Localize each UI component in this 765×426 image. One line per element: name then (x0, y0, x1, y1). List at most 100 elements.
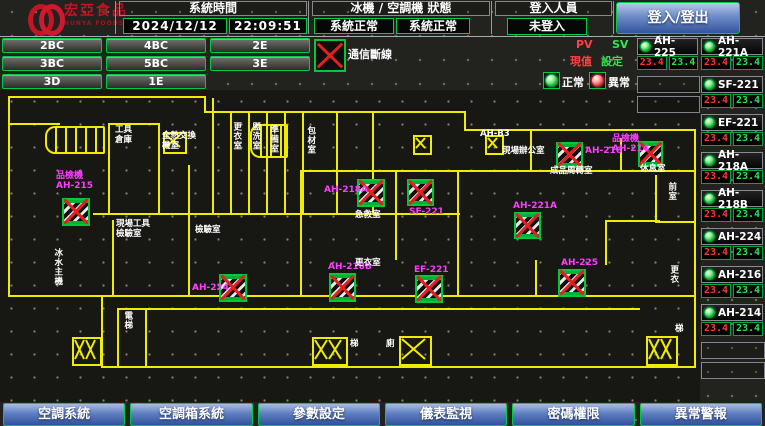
room-label: 成品周轉室 (550, 167, 593, 177)
unit-name-label: AH-214 (718, 307, 761, 319)
device-ah-218b[interactable] (329, 273, 356, 302)
unit-values: 23.423.4 (701, 94, 763, 108)
wall (605, 220, 607, 265)
floor-button-4bc[interactable]: 4BC (106, 38, 206, 53)
unit-name-label: AH-224 (718, 231, 761, 243)
room-label: 梯 (675, 325, 684, 335)
login-logout-button[interactable]: 登入/登出 (616, 2, 740, 34)
unit-status-led (640, 41, 651, 52)
device-ef-221[interactable] (415, 275, 443, 303)
floor-button-5bc[interactable]: 5BC (106, 56, 206, 71)
floor-button-2bc[interactable]: 2BC (2, 38, 102, 53)
unit-panel-ah-218a[interactable]: AH-218A (701, 152, 763, 169)
wall (655, 175, 657, 223)
unit-block-ah-224: AH-224 23.423.4 (701, 228, 763, 260)
wall (605, 220, 660, 222)
empty-unit-slot (637, 96, 700, 113)
wall (300, 170, 696, 172)
wall (457, 172, 459, 295)
unit-block-ah-216: AH-21623.423.4 (701, 266, 763, 298)
unit-panel-ah-218b[interactable]: AH-218B (701, 190, 763, 207)
nav-button-meter-monitor[interactable]: 儀表監視 (385, 403, 507, 426)
wall (117, 308, 640, 310)
device-ah-215[interactable] (62, 198, 90, 226)
normal-label: 正常 (562, 74, 584, 90)
device-label-ah-225: AH-225 (561, 259, 598, 269)
nav-button-ac-system[interactable]: 空調系統 (3, 403, 125, 426)
pv-header: PV (576, 38, 593, 51)
login-status-value: 未登入 (507, 18, 587, 35)
unit-panel-sf-221[interactable]: SF-221 (701, 76, 763, 93)
nav-button-ahu-system[interactable]: 空調箱系統 (130, 403, 252, 426)
unit-values: 23.423.4 (701, 132, 763, 146)
wall (395, 172, 397, 260)
floor-plan-map: 品檢機 AH-215AH-224AH-218BEF-221AH-218ASF-2… (0, 90, 700, 402)
wall (655, 221, 695, 223)
machine-status-label: 冰機 / 空調機 狀態 (312, 1, 490, 16)
chiller-status-value: 系統正常 (314, 18, 394, 34)
wall (112, 220, 114, 295)
shaft-x-icon (413, 135, 432, 155)
wall (93, 213, 460, 215)
pv-name-label: 現值 (570, 53, 592, 69)
floor-button-3e[interactable]: 3E (210, 56, 310, 71)
unit-panel-ah-221a[interactable]: AH-221A (701, 38, 763, 55)
ac-status-value: 系統正常 (396, 18, 470, 34)
device-label-ef-221: EF-221 (414, 266, 449, 276)
abnormal-led (589, 72, 606, 89)
room-label: 電梯 (122, 311, 132, 330)
nav-button-parameter-settings[interactable]: 參數設定 (258, 403, 380, 426)
floor-button-3d[interactable]: 3D (2, 74, 102, 89)
room-label: 準備室 (268, 125, 278, 154)
unit-panel-ah-224[interactable]: AH-224 (701, 228, 763, 245)
device-sf-221[interactable] (407, 179, 434, 206)
unit-name-label: AH-218A (718, 149, 762, 173)
unit-status-led (704, 269, 715, 280)
room-label: 工具 倉庫 (115, 126, 132, 146)
unit-name-label: AH-225 (654, 35, 697, 59)
unit-status-led (704, 79, 715, 90)
unit-status-led (704, 307, 715, 318)
empty-unit-slot (637, 76, 700, 93)
wall (145, 308, 147, 366)
unit-pv-value: 23.4 (701, 284, 731, 298)
room-label: 前室 (666, 182, 676, 201)
floor-button-2e[interactable]: 2E (210, 38, 310, 53)
normal-led (543, 72, 560, 89)
unit-block-ah-214: AH-214 23.423.4 (701, 304, 763, 336)
wall (108, 123, 110, 213)
unit-panel-ah-225[interactable]: AH-225 (637, 38, 698, 55)
login-user-label: 登入人員 (495, 1, 612, 16)
empty-unit-slot (701, 362, 765, 379)
floor-button-3bc[interactable]: 3BC (2, 56, 102, 71)
unit-pv-value: 23.4 (701, 94, 731, 108)
unit-name-label: SF-221 (718, 79, 759, 91)
room-label: 包材室 (305, 126, 315, 155)
comm-loss-label: 通信斷線 (348, 46, 392, 62)
wall (302, 111, 304, 213)
unit-block-ah-218b: AH-218B23.423.4 (701, 190, 763, 222)
wall (535, 260, 537, 297)
system-date-value: 2024/12/12 (123, 18, 227, 34)
unit-values: 23.423.4 (701, 322, 763, 336)
unit-panel-ah-216[interactable]: AH-216 (701, 266, 763, 283)
unit-sv-value: 23.4 (733, 322, 763, 336)
device-ah-216[interactable] (556, 142, 583, 168)
device-ah-221a[interactable] (514, 212, 541, 239)
unit-sv-value: 23.4 (733, 246, 763, 260)
wall (188, 165, 190, 295)
unit-pv-value: 23.4 (701, 132, 731, 146)
nav-button-password-auth[interactable]: 密碼權限 (512, 403, 634, 426)
unit-panel-ah-214[interactable]: AH-214 (701, 304, 763, 321)
system-time-value: 22:09:51 (229, 18, 307, 34)
bottom-nav-bar: 空調系統空調箱系統參數設定儀表監視密碼權限異常警報 (0, 401, 765, 426)
system-time-label: 系統時間 (119, 1, 307, 16)
abnormal-label: 異常 (608, 74, 630, 90)
nav-button-abnormal-alarm[interactable]: 異常警報 (640, 403, 762, 426)
device-ah-225[interactable] (558, 269, 586, 297)
unit-panel-ef-221[interactable]: EF-221 (701, 114, 763, 131)
room-label: 梯 (350, 340, 359, 350)
unit-block-sf-221: SF-221 23.423.4 (701, 76, 763, 108)
floor-button-1e[interactable]: 1E (106, 74, 206, 89)
unit-pv-value: 23.4 (701, 246, 731, 260)
